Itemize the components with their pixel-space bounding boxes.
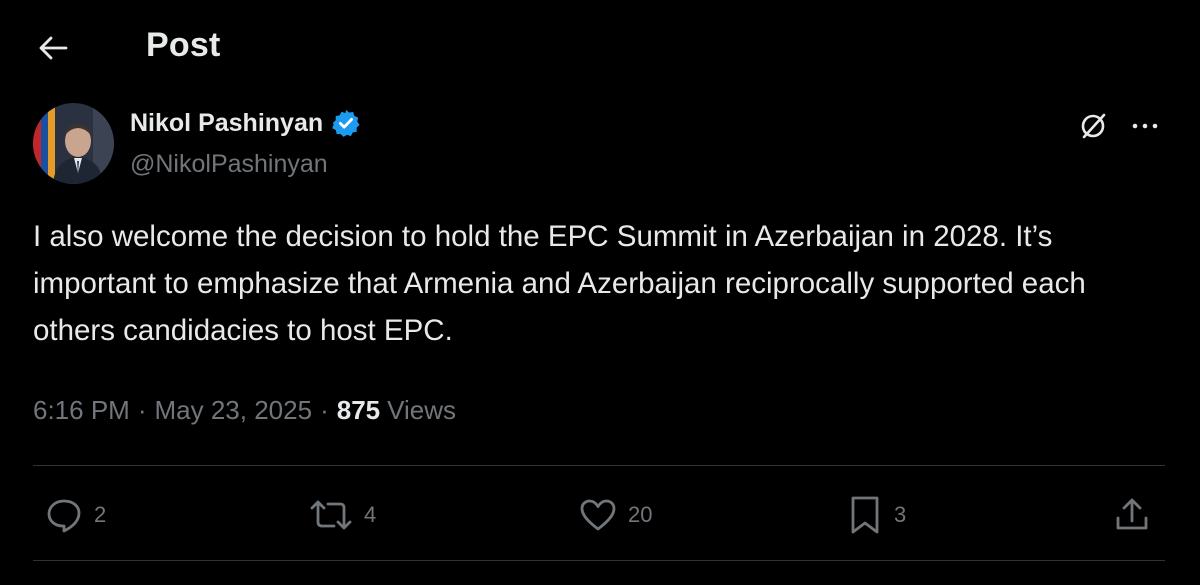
meta-separator: · (320, 395, 329, 425)
author-handle[interactable]: @NikolPashinyan (130, 150, 328, 179)
bookmark-count: 3 (894, 502, 907, 527)
more-horizontal-icon (1132, 123, 1158, 129)
author-name[interactable]: Nikol Pashinyan (130, 109, 323, 138)
verified-badge-icon (332, 109, 360, 137)
repost-button[interactable]: 4 (308, 492, 376, 538)
reply-button[interactable]: 2 (44, 492, 106, 538)
author-name-row: Nikol Pashinyan (130, 108, 361, 138)
avatar-image (33, 103, 114, 184)
back-button[interactable] (30, 28, 76, 68)
post-date[interactable]: May 23, 2025 (155, 395, 313, 426)
like-count: 20 (628, 502, 653, 527)
meta-separator: · (137, 395, 147, 425)
page-title: Post (146, 26, 221, 64)
views-label[interactable]: Views (387, 395, 456, 426)
post-page: Post Nikol Pashinyan @NikolPashinyan I a… (0, 0, 1200, 585)
grok-icon (1081, 113, 1106, 139)
bookmark-button[interactable]: 3 (846, 492, 906, 538)
post-text: I also welcome the decision to hold the … (33, 220, 1086, 347)
share-button[interactable] (1112, 492, 1152, 538)
repost-count: 4 (364, 502, 377, 527)
heart-icon (580, 499, 616, 531)
reply-icon (47, 499, 81, 533)
avatar[interactable] (33, 103, 114, 184)
divider (33, 560, 1165, 561)
reply-count: 2 (94, 502, 107, 527)
repost-icon (310, 500, 352, 530)
views-count[interactable]: 875 (337, 395, 380, 426)
arrow-left-icon (39, 36, 68, 60)
grok-button[interactable] (1070, 106, 1116, 146)
more-options-button[interactable] (1122, 106, 1168, 146)
bookmark-icon (851, 496, 879, 534)
share-icon (1116, 498, 1148, 530)
post-time[interactable]: 6:16 PM (33, 395, 130, 426)
post-meta: 6:16 PM · May 23, 2025 · 875 Views (33, 395, 456, 426)
like-button[interactable]: 20 (578, 492, 652, 538)
divider (33, 465, 1165, 466)
